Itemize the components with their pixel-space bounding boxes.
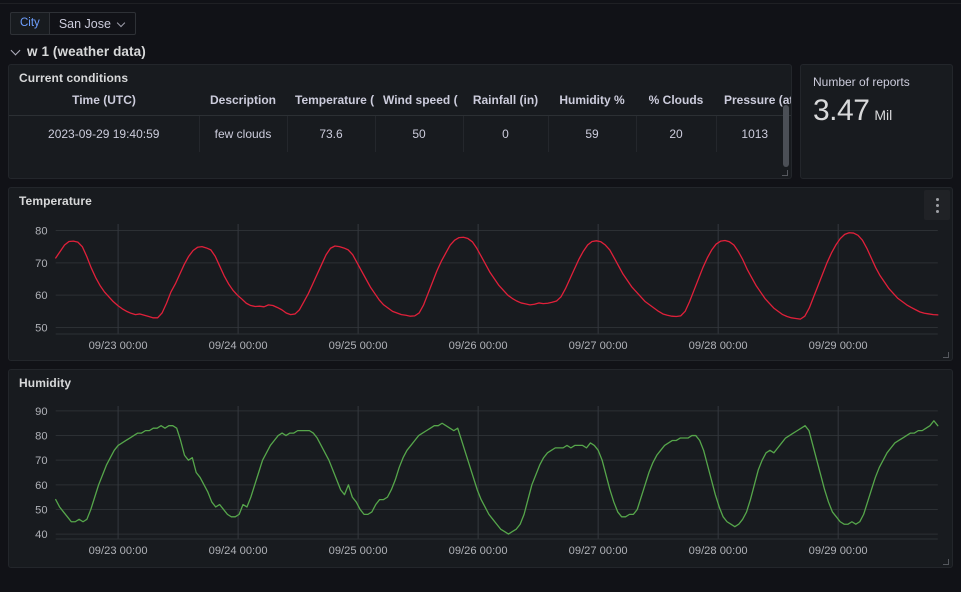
conditions-table: Time (UTC) Description Temperature ( Win… [9,87,791,152]
svg-text:09/27 00:00: 09/27 00:00 [569,340,628,352]
cell-humidity: 59 [548,115,637,152]
stat-body: Number of reports 3.47 Mil [801,65,952,138]
panel-temperature: Temperature 50 60 70 80 09/23 00:00 09/24 00:… [8,187,953,361]
svg-text:09/29 00:00: 09/29 00:00 [809,545,868,557]
svg-text:09/25 00:00: 09/25 00:00 [329,545,388,557]
stat-value-unit: Mil [874,107,893,123]
panel-current-conditions: Current conditions Time (UTC) Descriptio… [8,64,792,179]
stat-value-group: 3.47 Mil [813,94,940,128]
svg-text:80: 80 [35,431,47,443]
column-header-description[interactable]: Description [199,87,287,116]
panel-resize-handle[interactable] [943,352,949,358]
svg-text:50: 50 [35,505,47,517]
svg-text:09/23 00:00: 09/23 00:00 [89,340,148,352]
svg-text:09/28 00:00: 09/28 00:00 [689,545,748,557]
svg-text:09/26 00:00: 09/26 00:00 [449,545,508,557]
stat-value: 3.47 [813,94,870,127]
svg-text:70: 70 [35,455,47,467]
svg-text:90: 90 [35,406,47,418]
svg-text:09/24 00:00: 09/24 00:00 [209,545,268,557]
dashboard-row-header[interactable]: w 1 (weather data) [0,41,961,64]
cell-pressure: 1013 [741,127,769,141]
dashboard-row-title: w 1 (weather data) [27,44,146,59]
variable-city[interactable]: City San Jose [10,12,136,35]
humidity-panel-wrap: Humidity 40 50 60 70 80 90 09/23 00:00 09/24 00… [0,369,961,568]
humidity-plot[interactable]: 40 50 60 70 80 90 09/23 00:00 09/24 00:00 09/25 … [9,392,952,567]
column-header-pressure[interactable]: Pressure (atm [716,87,791,116]
cell-temperature: 73.6 [287,115,376,152]
temperature-plot[interactable]: 50 60 70 80 09/23 00:00 09/24 00:00 09/25 00:0… [9,210,952,360]
panel-resize-handle[interactable] [943,559,949,565]
svg-text:50: 50 [35,323,47,335]
panel-title-humidity: Humidity [19,376,72,390]
panel-title-current-conditions: Current conditions [19,71,129,85]
variable-bar: City San Jose [0,4,961,41]
chevron-down-icon [118,20,126,28]
variable-city-dropdown[interactable]: San Jose [48,12,136,35]
variable-city-value: San Jose [58,16,111,31]
column-header-humidity[interactable]: Humidity % [548,87,636,116]
chevron-down-icon [12,47,22,57]
panel-resize-handle[interactable] [782,170,788,176]
column-header-rainfall[interactable]: Rainfall (in) [463,87,548,116]
cell-description: few clouds [199,115,288,152]
table-vertical-scrollbar[interactable] [783,105,789,167]
stat-title: Number of reports [813,75,910,89]
panel-humidity: Humidity 40 50 60 70 80 90 09/23 00:00 09/24 00… [8,369,953,568]
table-scroll-container[interactable]: Time (UTC) Description Temperature ( Win… [9,87,791,173]
cell-time: 2023-09-29 19:40:59 [9,115,200,152]
svg-text:09/28 00:00: 09/28 00:00 [689,340,748,352]
svg-text:70: 70 [35,258,47,270]
temperature-panel-wrap: Temperature 50 60 70 80 09/23 00:00 09/24 00:… [0,187,961,361]
table-row: 2023-09-29 19:40:59 few clouds 73.6 50 0… [9,115,791,152]
top-panel-row: Current conditions Time (UTC) Descriptio… [0,64,961,179]
svg-text:60: 60 [35,480,47,492]
column-header-time[interactable]: Time (UTC) [9,87,199,116]
svg-text:09/23 00:00: 09/23 00:00 [89,545,148,557]
svg-text:09/25 00:00: 09/25 00:00 [329,340,388,352]
variable-city-label: City [10,12,49,35]
svg-text:09/27 00:00: 09/27 00:00 [569,545,628,557]
table-header-row: Time (UTC) Description Temperature ( Win… [9,87,791,116]
svg-text:40: 40 [35,529,47,541]
svg-text:09/29 00:00: 09/29 00:00 [809,340,868,352]
panel-number-of-reports: Number of reports 3.47 Mil [800,64,953,179]
cell-rainfall: 0 [463,115,549,152]
svg-text:09/26 00:00: 09/26 00:00 [449,340,508,352]
panel-title-temperature: Temperature [19,194,92,208]
svg-text:60: 60 [35,290,47,302]
svg-text:09/24 00:00: 09/24 00:00 [209,340,268,352]
column-header-temperature[interactable]: Temperature ( [287,87,375,116]
cell-wind-speed: 50 [375,115,464,152]
column-header-clouds[interactable]: % Clouds [636,87,716,116]
cell-clouds: 20 [636,115,717,152]
column-header-wind-speed[interactable]: Wind speed ( [375,87,463,116]
svg-text:80: 80 [35,226,47,238]
